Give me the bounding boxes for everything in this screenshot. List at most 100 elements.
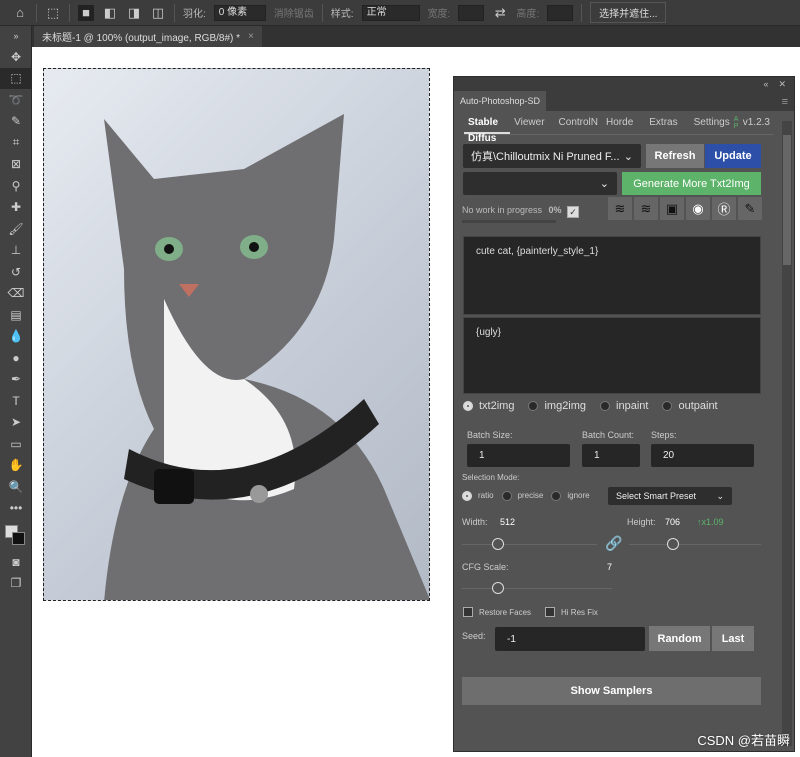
version-label: v1.2.3 [742,117,770,128]
quick-mask-icon[interactable]: ◙ [0,551,32,573]
type-tool-icon[interactable]: T [0,390,32,412]
panel-scrollbar[interactable] [782,121,792,746]
secondary-select[interactable]: ⌄ [463,172,617,195]
dodge-tool-icon[interactable]: ● [0,347,32,369]
height-slider-knob[interactable] [667,538,679,550]
negative-prompt-textarea[interactable]: {ugly} [463,317,761,394]
model-select[interactable]: 仿真\Chilloutmix Ni Pruned F... ⌄ [463,144,641,168]
smart-preset-select[interactable]: Select Smart Preset ⌄ [608,487,732,505]
panel-menu-icon[interactable]: ≡ [782,96,788,108]
edit-notes-icon[interactable]: ✎ [738,197,762,220]
close-panel-icon[interactable]: ✕ [778,77,786,91]
tab-stable-diffusion[interactable]: Stable Diffus [464,115,511,144]
blur-tool-icon[interactable]: 💧 [0,326,32,348]
crop-tool-icon[interactable]: ⌗ [0,132,32,154]
radio-ratio[interactable]: ratio [462,491,494,501]
tab-settings[interactable]: Settings [690,115,734,134]
radio-img2img[interactable]: img2img [528,400,586,412]
antialias-checkbox[interactable]: 消除锯齿 [274,5,314,20]
pen-tool-icon[interactable]: ✒ [0,369,32,391]
history-brush-icon[interactable]: ↺ [0,261,32,283]
hi-res-fix-checkbox[interactable] [545,607,556,617]
restore-faces-checkbox[interactable] [463,607,473,617]
style-select[interactable]: 正常 [361,4,420,21]
collapse-icon[interactable]: » [0,26,32,46]
width-slider-knob[interactable] [492,538,504,550]
camera-icon[interactable]: ◉ [686,197,710,220]
options-bar: ⌂ ⬚ ■ ◧ ◨ ◫ 羽化: 0 像素 消除锯齿 样式: 正常 宽度: ⇄ 高… [0,0,800,26]
stamp-tool-icon[interactable]: ⊥ [0,240,32,262]
rectangle-tool-icon[interactable]: ▭ [0,433,32,455]
height-slider[interactable] [629,538,761,550]
plugin-tabs: Stable Diffus Viewer ControlN Horde Extr… [464,115,774,144]
refresh-button[interactable]: Refresh [646,144,704,168]
more-tools-icon[interactable]: ••• [0,498,32,520]
tools-panel: » ✥ ⬚ ➰ ✎ ⌗ ⊠ ⚲ ✚ 🖌 ⊥ ↺ ⌫ ▤ 💧 ● ✒ T ➤ ▭ … [0,26,32,757]
marquee-tool-icon[interactable]: ⬚ [45,5,61,21]
healing-brush-icon[interactable]: ✚ [0,197,32,219]
width-value: 512 [500,517,516,527]
canvas-image[interactable] [43,68,430,601]
radio-precise[interactable]: precise [501,491,543,501]
radio-outpaint[interactable]: outpaint [662,400,718,412]
steps-input[interactable]: 20 [651,444,754,467]
show-samplers-button[interactable]: Show Samplers [462,677,761,705]
batch-count-input[interactable]: 1 [582,444,640,467]
tab-horde[interactable]: Horde [602,115,637,134]
hand-tool-icon[interactable]: ✋ [0,455,32,477]
layers-accept-icon[interactable]: ≋ [608,197,632,220]
batch-size-input[interactable]: 1 [467,444,570,467]
gradient-tool-icon[interactable]: ▤ [0,304,32,326]
progress-percent: 0% [548,205,562,215]
feather-input[interactable]: 0 像素 [213,4,266,21]
panel-title-tab[interactable]: Auto-Photoshop-SD [454,91,547,111]
path-select-icon[interactable]: ➤ [0,412,32,434]
tab-viewer[interactable]: Viewer [510,115,548,134]
move-tool-icon[interactable]: ✥ [0,46,32,68]
swap-icon[interactable]: ⇄ [492,5,508,21]
cfg-slider[interactable] [462,582,612,594]
tab-extras[interactable]: Extras [645,115,681,134]
quick-select-icon[interactable]: ✎ [0,111,32,133]
cfg-slider-knob[interactable] [492,582,504,594]
screen-mode-icon[interactable]: ❐ [0,573,32,595]
intersect-selection-icon[interactable]: ◫ [150,5,166,21]
home-icon[interactable]: ⌂ [12,5,28,21]
random-button[interactable]: Random [649,626,710,651]
link-icon[interactable]: 🔗 [605,535,622,552]
tab-controlnet[interactable]: ControlN [555,115,602,134]
last-button[interactable]: Last [712,626,754,651]
eyedropper-icon[interactable]: ⚲ [0,175,32,197]
lasso-tool-icon[interactable]: ➰ [0,89,32,111]
close-icon[interactable]: × [248,31,254,42]
frame-tool-icon[interactable]: ⊠ [0,154,32,176]
radio-inpaint[interactable]: inpaint [600,400,648,412]
new-selection-icon[interactable]: ■ [78,4,94,21]
height-input[interactable] [547,4,574,21]
radio-ignore[interactable]: ignore [551,491,590,501]
select-and-mask-button[interactable]: 选择并遮住... [590,2,667,23]
document-tab[interactable]: 未标题-1 @ 100% (output_image, RGB/8#) * × [34,26,262,47]
collapse-panel-icon[interactable]: « [763,77,768,91]
subtract-selection-icon[interactable]: ◨ [126,5,142,21]
marquee-tool-icon[interactable]: ⬚ [0,67,32,89]
scrollbar-thumb[interactable] [783,135,791,265]
prompt-textarea[interactable]: cute cat, {painterly_style_1} [463,236,761,315]
seed-input[interactable]: -1 [495,627,645,651]
width-slider[interactable] [462,538,597,550]
reset-icon[interactable]: Ⓡ [712,197,736,220]
generate-more-button[interactable]: Generate More Txt2Img [622,172,761,195]
width-input[interactable] [458,4,485,21]
auto-checkbox[interactable]: ✓ [567,206,579,218]
layers-discard-icon[interactable]: ≋ [634,197,658,220]
seed-label: Seed: [462,631,486,641]
update-button[interactable]: Update [705,144,761,168]
add-selection-icon[interactable]: ◧ [102,5,118,21]
brush-tool-icon[interactable]: 🖌 [0,218,32,240]
color-swatches-icon[interactable] [0,519,32,551]
radio-txt2img[interactable]: txt2img [463,400,514,412]
image-layer-icon[interactable]: ▣ [660,197,684,220]
zoom-tool-icon[interactable]: 🔍 [0,476,32,498]
eraser-icon[interactable]: ⌫ [0,283,32,305]
height-label: 高度: [516,9,540,20]
